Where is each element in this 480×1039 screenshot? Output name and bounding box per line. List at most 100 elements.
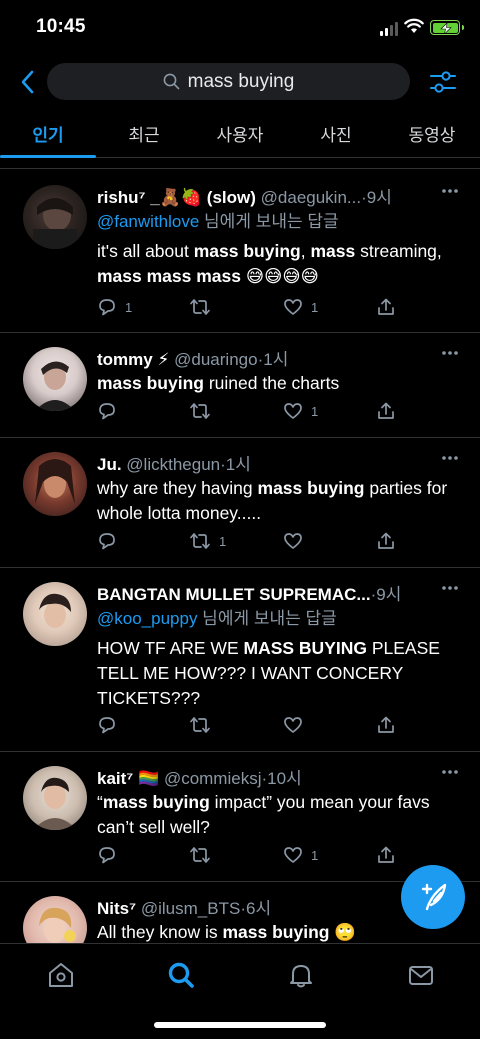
reply-context: @koo_puppy 님에게 보내는 답글 <box>97 606 460 636</box>
share-icon <box>376 845 396 865</box>
reply-mention[interactable]: @fanwithlove <box>97 212 199 231</box>
reply-button[interactable] <box>97 713 125 737</box>
avatar[interactable] <box>23 347 87 411</box>
reply-mention[interactable]: @koo_puppy <box>97 609 197 628</box>
more-icon[interactable] <box>440 762 460 782</box>
avatar[interactable] <box>23 452 87 516</box>
compose-icon <box>421 883 447 911</box>
like-count: 1 <box>311 403 319 419</box>
heart-icon <box>283 845 303 865</box>
notifications-icon[interactable] <box>286 960 316 990</box>
reply-button[interactable] <box>97 399 125 423</box>
reply-icon <box>97 845 117 865</box>
retweet-icon <box>189 715 211 735</box>
reply-icon <box>97 531 117 551</box>
retweet-icon <box>189 845 211 865</box>
retweet-icon <box>189 297 211 317</box>
cellular-signal-icon <box>380 22 398 36</box>
tweet-timestamp: 9시 <box>366 188 392 207</box>
retweet-button[interactable] <box>189 295 219 319</box>
explore-icon[interactable] <box>166 960 196 990</box>
wifi-icon <box>404 18 424 33</box>
search-query: mass buying <box>187 70 295 92</box>
avatar[interactable] <box>23 582 87 646</box>
reply-suffix: 님에게 보내는 답글 <box>199 212 339 231</box>
tab-photos[interactable]: 사진 <box>288 108 384 157</box>
reply-button[interactable]: 1 <box>97 295 132 319</box>
share-button[interactable] <box>376 399 396 423</box>
retweet-button[interactable] <box>189 399 219 423</box>
tweet-feed[interactable]: rishu⁷ _🧸🍓 (slow) @daegukin...·9시 @fanwi… <box>0 168 480 943</box>
share-icon <box>376 401 396 421</box>
tweet-author-handle[interactable]: @duaringo <box>174 350 257 369</box>
more-icon[interactable] <box>440 578 460 598</box>
compose-button[interactable] <box>401 865 465 929</box>
tweet-text: why are they having mass buying parties … <box>97 478 448 523</box>
like-button[interactable]: 1 <box>283 399 318 423</box>
tweet-author-handle[interactable]: @commieksj <box>164 769 262 788</box>
tweet-timestamp: 10시 <box>267 769 302 788</box>
status-bar: 10:45 <box>0 0 480 56</box>
avatar[interactable] <box>23 766 87 830</box>
reply-icon <box>97 297 117 317</box>
filter-icon[interactable] <box>428 68 458 96</box>
retweet-button[interactable]: 1 <box>189 529 226 553</box>
home-indicator[interactable] <box>154 1022 326 1028</box>
search-tabs: 인기 최근 사용자 사진 동영상 <box>0 108 480 158</box>
tweet-author-name[interactable]: Nits⁷ <box>97 899 136 918</box>
heart-icon <box>283 401 303 421</box>
like-button[interactable] <box>283 713 311 737</box>
back-arrow-icon[interactable] <box>18 68 38 96</box>
share-icon <box>376 715 396 735</box>
tab-people[interactable]: 사용자 <box>192 108 288 157</box>
retweet-button[interactable] <box>189 843 219 867</box>
tab-latest[interactable]: 최근 <box>96 108 192 157</box>
reply-button[interactable] <box>97 529 125 553</box>
reply-suffix: 님에게 보내는 답글 <box>197 609 337 628</box>
tweet-author-name[interactable]: Ju. <box>97 455 122 474</box>
share-button[interactable] <box>376 295 396 319</box>
retweet-button[interactable] <box>189 713 219 737</box>
more-icon[interactable] <box>440 343 460 363</box>
battery-charging-icon <box>430 20 464 35</box>
reply-button[interactable] <box>97 843 125 867</box>
tweet[interactable]: tommy ⚡ @duaringo·1시 mass buying ruined … <box>0 333 480 438</box>
tweet-author-name[interactable]: kait⁷ 🏳️‍🌈 <box>97 769 159 788</box>
tab-top[interactable]: 인기 <box>0 108 96 158</box>
tweet-text: HOW TF ARE WE MASS BUYING PLEASE TELL ME… <box>97 638 440 708</box>
messages-icon[interactable] <box>406 960 436 990</box>
like-button[interactable]: 1 <box>283 295 318 319</box>
share-button[interactable] <box>376 713 396 737</box>
avatar[interactable] <box>23 896 87 943</box>
tweet-author-handle[interactable]: @ilusm_BTS <box>141 899 240 918</box>
retweet-icon <box>189 531 211 551</box>
reply-icon <box>97 401 117 421</box>
tweet-author-handle[interactable]: @daegukin... <box>261 188 361 207</box>
reply-context: @fanwithlove 님에게 보내는 답글 <box>97 209 460 239</box>
share-button[interactable] <box>376 843 396 867</box>
avatar[interactable] <box>23 185 87 249</box>
like-count: 1 <box>311 299 319 315</box>
reply-icon <box>97 715 117 735</box>
retweet-icon <box>189 401 211 421</box>
tweet-author-name[interactable]: rishu⁷ _🧸🍓 (slow) <box>97 188 256 207</box>
more-icon[interactable] <box>440 181 460 201</box>
search-input[interactable]: mass buying <box>47 63 410 100</box>
tweet[interactable]: Ju. @lickthegun·1시 why are they having m… <box>0 438 480 568</box>
tweet-text: mass buying ruined the charts <box>97 373 340 393</box>
tweet[interactable]: BANGTAN MULLET SUPREMAC...·9시 @koo_puppy… <box>0 568 480 752</box>
home-icon[interactable] <box>46 960 76 990</box>
like-button[interactable]: 1 <box>283 843 318 867</box>
tab-videos[interactable]: 동영상 <box>384 108 480 157</box>
share-button[interactable] <box>376 529 396 553</box>
tweet-timestamp: 1시 <box>263 350 289 369</box>
tweet-author-name[interactable]: tommy ⚡ <box>97 350 169 369</box>
tweet-timestamp: 9시 <box>376 585 402 604</box>
tweet[interactable]: rishu⁷ _🧸🍓 (slow) @daegukin...·9시 @fanwi… <box>0 169 480 333</box>
tweet[interactable]: kait⁷ 🏳️‍🌈 @commieksj·10시 “mass buying i… <box>0 752 480 882</box>
more-icon[interactable] <box>440 448 460 468</box>
tweet-author-handle[interactable]: @lickthegun <box>126 455 220 474</box>
like-button[interactable] <box>283 529 311 553</box>
tweet-author-name[interactable]: BANGTAN MULLET SUPREMAC... <box>97 585 371 604</box>
tweet-text: it's all about mass buying, mass streami… <box>97 241 442 286</box>
